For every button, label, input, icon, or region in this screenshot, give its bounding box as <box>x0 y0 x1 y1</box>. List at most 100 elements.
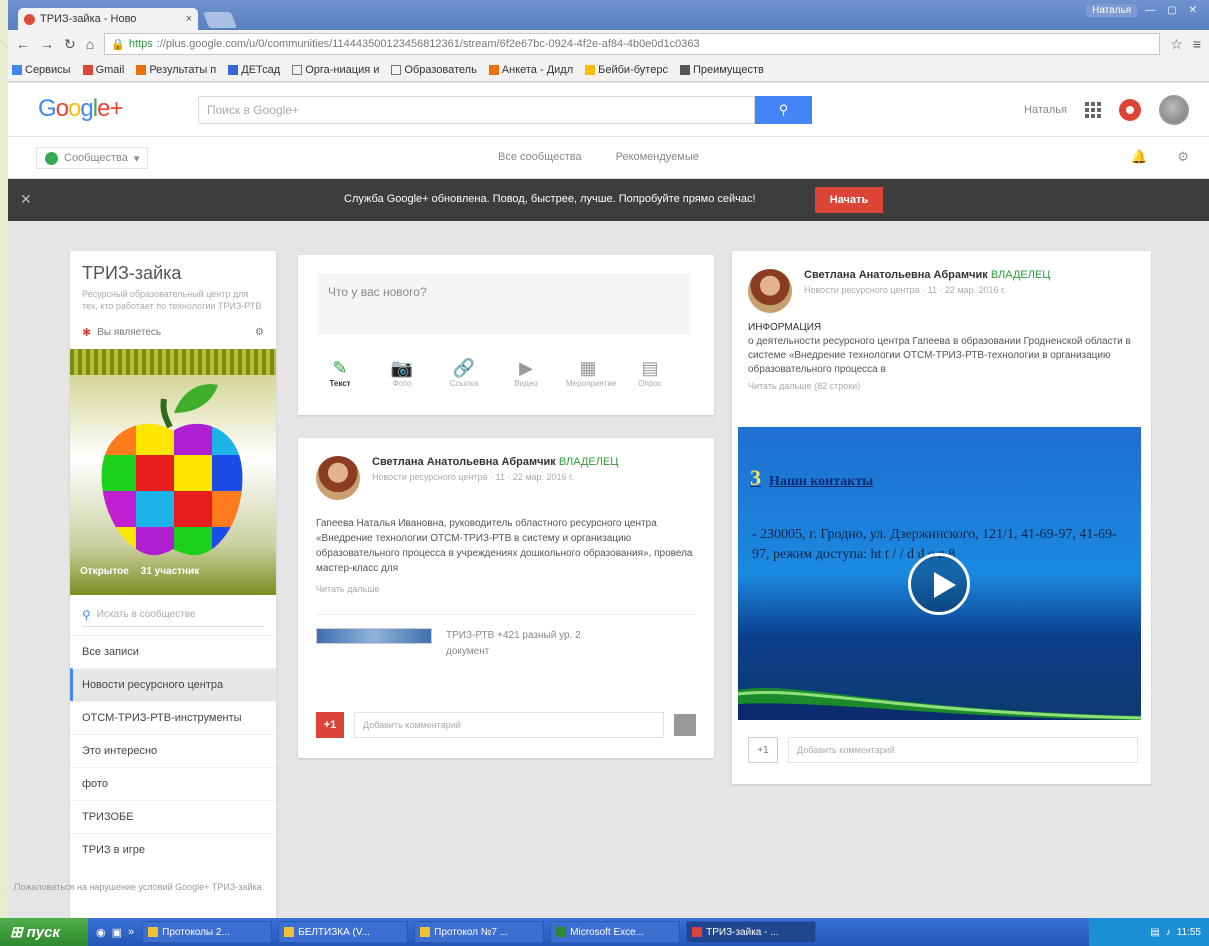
volume-icon[interactable]: ♪ <box>1166 927 1171 938</box>
category-item-selected[interactable]: Новости ресурсного центра <box>70 668 276 701</box>
post-attachment[interactable]: ТРИЗ-РТВ +421 разный ур. 2 документ <box>316 628 626 660</box>
membership-row: ✱ Вы являетесь ⚙ <box>70 316 276 349</box>
communities-dropdown[interactable]: Сообщества ▾ <box>36 147 149 169</box>
desktop-quicklaunch-icon[interactable]: ▣ <box>112 926 122 939</box>
bookmark-item[interactable]: Орга-ниация и <box>292 64 379 76</box>
category-item[interactable]: фото <box>70 767 276 800</box>
search-input[interactable]: Поиск в Google+ <box>198 96 755 124</box>
browser-tab[interactable]: ТРИЗ-зайка - Ново × <box>18 8 198 30</box>
minimize-icon[interactable]: — <box>1141 5 1159 16</box>
bookmark-item[interactable]: ДЕТсад <box>228 64 280 76</box>
back-arrow-icon[interactable]: ← <box>16 36 30 52</box>
search-icon: ⚲ <box>82 607 91 622</box>
maximize-icon[interactable]: ▢ <box>1163 5 1180 16</box>
forward-arrow-icon[interactable]: → <box>40 36 54 52</box>
browser-quicklaunch-icon[interactable]: ◉ <box>96 926 106 939</box>
community-search-input[interactable]: ⚲ Искать в сообществе <box>82 603 264 627</box>
gmail-icon <box>82 64 93 75</box>
category-item[interactable]: ТРИЗОБЕ <box>70 800 276 833</box>
taskbar-item[interactable]: Протоколы 2... <box>142 921 273 943</box>
member-count[interactable]: 31 участник <box>141 566 199 577</box>
category-item[interactable]: ТРИЗ в игре <box>70 833 276 866</box>
report-abuse-link[interactable]: Пожаловаться на нарушение условий Google… <box>0 882 300 892</box>
category-item[interactable]: Все записи <box>70 635 276 668</box>
bookmark-item[interactable]: Образователь <box>391 64 477 76</box>
taskbar-item[interactable]: Microsoft Exce... <box>550 921 681 943</box>
bell-icon[interactable]: 🔔 <box>1131 149 1147 165</box>
url-field[interactable]: 🔒 https://plus.google.com/u/0/communitie… <box>104 33 1161 55</box>
comment-input[interactable]: Добавить комментарий <box>354 712 664 738</box>
result-icon <box>136 64 147 75</box>
poll-tool[interactable]: ▤ Опрос <box>628 357 672 388</box>
bookmark-item[interactable]: Анкета - Дидл <box>488 64 573 76</box>
author-avatar[interactable] <box>316 456 360 500</box>
bookmark-item[interactable]: Преимуществ <box>679 64 764 76</box>
link-tool[interactable]: 🔗 Ссылка <box>442 357 486 388</box>
clock[interactable]: 11:55 <box>1177 927 1201 938</box>
all-communities-link[interactable]: Все сообщества <box>498 151 582 163</box>
video-embed[interactable]: 3 Наши контакты - 230005, г. Гродно, ул. … <box>738 427 1141 720</box>
composer-tools: ✎ Текст 📷 Фото 🔗 Ссылка ▶ Видео ▦ Мероприятие… <box>318 357 672 388</box>
taskbar-item[interactable]: Протокол №7 ... <box>414 921 545 943</box>
reload-icon[interactable]: ↻ <box>64 36 76 53</box>
notifications-icon[interactable] <box>1119 99 1141 121</box>
post-text: ИНФОРМАЦИЯ о деятельности ресурсного цен… <box>748 321 1138 393</box>
video-tool[interactable]: ▶ Видео <box>504 357 548 388</box>
puzzle-apple-illustration <box>101 384 243 556</box>
document-icon <box>420 927 431 937</box>
account-avatar[interactable] <box>1159 95 1189 125</box>
network-icon[interactable]: ▤ <box>1150 927 1159 938</box>
text-tool[interactable]: ✎ Текст <box>318 357 362 388</box>
user-name-link[interactable]: Наталья <box>1024 104 1067 116</box>
menu-icon[interactable]: ≡ <box>1193 36 1201 52</box>
author-name[interactable]: Светлана Анатольевна Абрамчик <box>804 269 988 281</box>
bookmark-star-icon[interactable]: ☆ <box>1170 36 1183 53</box>
window-user-badge[interactable]: Наталья <box>1086 4 1138 17</box>
author-name[interactable]: Светлана Анатольевна Абрамчик <box>372 456 556 468</box>
banner-start-button[interactable]: Начать <box>815 187 883 213</box>
plus-one-button[interactable]: +1 <box>748 737 778 763</box>
taskbar-item[interactable]: БЕЛТИЗКА (V... <box>278 921 409 943</box>
google-plus-logo[interactable]: Google+ <box>38 95 123 123</box>
photo-tool[interactable]: 📷 Фото <box>380 357 424 388</box>
bookmark-item[interactable]: Сервисы <box>12 64 71 76</box>
recommended-link[interactable]: Рекомендуемые <box>616 151 699 163</box>
comment-input[interactable]: Добавить комментарий <box>788 737 1138 763</box>
bookmark-item[interactable]: Бейби-бутерс <box>585 64 668 76</box>
tab-title: ТРИЗ-зайка - Ново <box>40 13 137 25</box>
author-avatar[interactable] <box>748 269 792 313</box>
community-cover-image: Открытое 31 участник <box>70 349 276 595</box>
read-more-link[interactable]: Читать дальше (82 строки) <box>748 379 1138 393</box>
community-settings-icon[interactable]: ⚙ <box>255 327 264 338</box>
system-tray: ▤ ♪ 11:55 <box>1089 918 1209 946</box>
start-button[interactable]: ⊞ пуск <box>0 918 88 946</box>
gear-icon[interactable]: ⚙ <box>1177 149 1189 165</box>
plus-one-button[interactable]: +1 <box>316 712 344 738</box>
sub-nav-links: Все сообщества Рекомендуемые <box>498 151 699 163</box>
banner-close-icon[interactable]: ✕ <box>20 191 32 208</box>
category-item[interactable]: Это интересно <box>70 734 276 767</box>
category-item[interactable]: ОТСМ-ТРИЗ-РТВ-инструменты <box>70 701 276 734</box>
slide-wave-decoration <box>738 687 1141 720</box>
share-box-input[interactable]: Что у вас нового? <box>318 273 690 335</box>
new-tab-button[interactable] <box>203 12 237 28</box>
event-tool[interactable]: ▦ Мероприятие <box>566 357 616 388</box>
play-button-icon[interactable] <box>908 553 970 615</box>
bookmark-item[interactable]: Результаты п <box>136 64 216 76</box>
sub-nav-right: 🔔 ⚙ <box>1131 149 1189 165</box>
member-star-icon: ✱ <box>82 327 92 339</box>
video-icon: ▶ <box>519 358 533 378</box>
apps-grid-icon[interactable] <box>1085 102 1101 118</box>
read-more-link[interactable]: Читать дальше <box>316 584 380 594</box>
close-window-icon[interactable]: ✕ <box>1185 5 1201 16</box>
home-icon[interactable]: ⌂ <box>86 36 94 52</box>
search-button[interactable]: ⚲ <box>755 96 812 124</box>
membership-label[interactable]: Вы являетесь <box>97 327 161 338</box>
apps-icon <box>12 64 22 75</box>
expand-quicklaunch-icon[interactable]: » <box>128 926 134 939</box>
taskbar-item-active[interactable]: ТРИЗ-зайка - ... <box>686 921 817 943</box>
tab-close-icon[interactable]: × <box>186 13 192 25</box>
lock-icon: 🔒 <box>111 38 125 51</box>
bookmark-item[interactable]: Gmail <box>82 64 124 76</box>
task-list: Протоколы 2... БЕЛТИЗКА (V... Протокол №… <box>142 921 817 943</box>
